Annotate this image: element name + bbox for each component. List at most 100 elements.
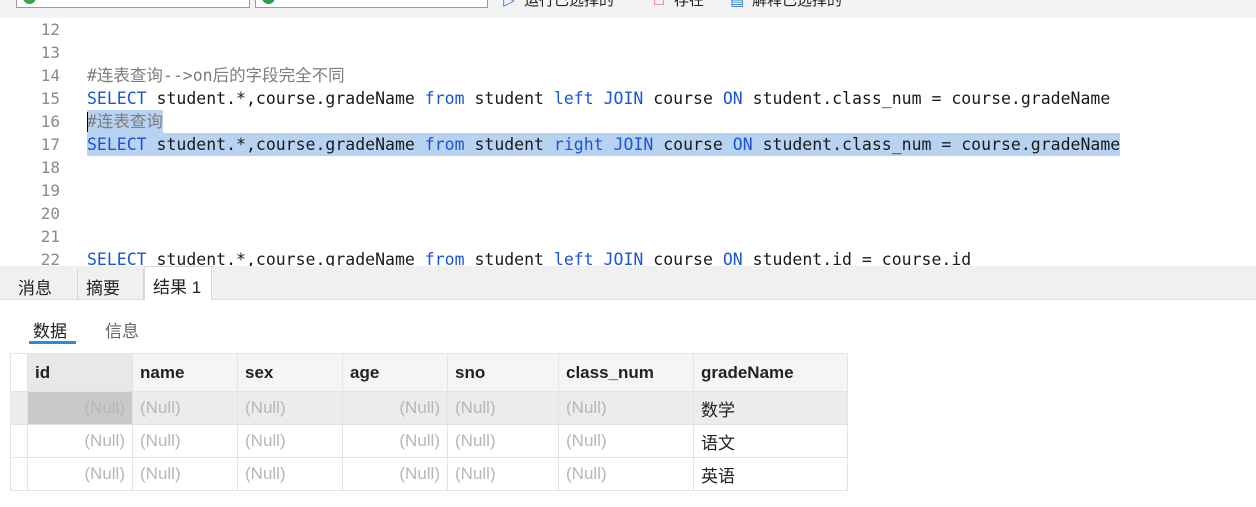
grid-cell[interactable]: (Null) — [342, 391, 448, 425]
table-row[interactable]: (Null) (Null) (Null) (Null) (Null) (Null… — [10, 424, 848, 458]
sql-keyword: from — [424, 250, 465, 266]
row-header[interactable] — [10, 457, 28, 491]
grid-cell[interactable]: (Null) — [237, 457, 343, 491]
column-header-id[interactable]: id — [27, 353, 133, 392]
editor-line: 19 — [0, 179, 1256, 202]
table-row[interactable]: (Null) (Null) (Null) (Null) (Null) (Null… — [10, 457, 848, 491]
subtab-data[interactable]: 数据 — [33, 317, 67, 342]
subtab-info[interactable]: 信息 — [105, 317, 139, 342]
run-selected-label: 运行已选择的 — [524, 0, 615, 9]
grid-cell[interactable]: (Null) — [558, 424, 694, 458]
line-number: 16 — [40, 112, 60, 131]
tab-messages[interactable]: 消息 — [10, 269, 78, 300]
line-number: 21 — [40, 227, 60, 246]
result-tab-bar: 消息 摘要 结果 1 — [0, 266, 1256, 300]
line-number: 22 — [40, 250, 60, 266]
grid-cell[interactable]: (Null) — [237, 424, 343, 458]
grid-cell[interactable]: (Null) — [237, 391, 343, 425]
grid-cell[interactable]: (Null) — [27, 424, 133, 458]
sql-keyword: left — [553, 89, 594, 108]
database-select[interactable] — [255, 0, 488, 8]
sql-keyword: JOIN — [603, 250, 644, 266]
editor-line: 21 — [0, 225, 1256, 248]
column-header-label: gradeName — [701, 362, 794, 382]
line-number: 18 — [40, 158, 60, 177]
stop-button[interactable]: □ 存在 — [652, 0, 704, 10]
editor-line: 15 SELECT student.*,course.gradeName fro… — [0, 87, 1256, 110]
line-number: 20 — [40, 204, 60, 223]
column-header-class-num[interactable]: class_num — [558, 353, 694, 392]
editor-line: 20 — [0, 202, 1256, 225]
stop-icon: □ — [654, 0, 664, 9]
comment-line-selected: #连表查询 — [87, 110, 163, 133]
column-header-sno[interactable]: sno — [447, 353, 559, 392]
grid-cell[interactable]: (Null) — [27, 391, 133, 425]
grid-cell[interactable]: (Null) — [27, 457, 133, 491]
column-header-label: sex — [245, 362, 274, 382]
result-grid: id name sex age sno class_num gradeName … — [10, 353, 848, 491]
column-header-label: id — [35, 362, 51, 382]
tab-summary-label: 摘要 — [86, 279, 120, 298]
editor-line: 12 — [0, 18, 1256, 41]
column-header-gradename[interactable]: gradeName — [693, 353, 848, 392]
sql-line: SELECT student.*,course.gradeName from s… — [87, 248, 971, 266]
grid-cell[interactable]: 语文 — [693, 424, 848, 458]
mysql-connection-icon — [23, 0, 36, 4]
grid-cell[interactable]: 英语 — [693, 457, 848, 491]
column-header-age[interactable]: age — [342, 353, 448, 392]
row-header[interactable] — [10, 391, 28, 425]
sql-keyword: SELECT — [87, 250, 147, 266]
line-number: 19 — [40, 181, 60, 200]
row-header[interactable] — [10, 424, 28, 458]
column-header-label: name — [140, 362, 185, 382]
grid-header-row: id name sex age sno class_num gradeName — [10, 353, 848, 392]
grid-cell[interactable]: (Null) — [342, 424, 448, 458]
sql-line-selected: SELECT student.*,course.gradeName from s… — [87, 133, 1121, 156]
grid-cell[interactable]: (Null) — [447, 457, 559, 491]
sql-keyword: JOIN — [603, 89, 644, 108]
editor-line: 17 SELECT student.*,course.gradeName fro… — [0, 133, 1256, 156]
column-header-label: age — [350, 362, 380, 382]
editor-line: 22 SELECT student.*,course.gradeName fro… — [0, 248, 1256, 266]
sql-keyword: JOIN — [613, 135, 654, 154]
grid-cell[interactable]: (Null) — [558, 391, 694, 425]
line-number: 17 — [40, 135, 60, 154]
explain-icon: ▤ — [730, 0, 745, 9]
subtab-data-label: 数据 — [33, 322, 67, 341]
tab-summary[interactable]: 摘要 — [78, 269, 144, 300]
grid-cell[interactable]: (Null) — [342, 457, 448, 491]
sql-keyword: left — [553, 250, 594, 266]
sql-line: SELECT student.*,course.gradeName from s… — [87, 89, 1111, 108]
column-header-name[interactable]: name — [132, 353, 238, 392]
table-row[interactable]: (Null) (Null) (Null) (Null) (Null) (Null… — [10, 391, 848, 425]
sql-keyword: SELECT — [87, 89, 147, 108]
editor-line: 18 — [0, 156, 1256, 179]
query-toolbar: ▷ 运行已选择的 □ 存在 ▤ 解释已选择的 — [0, 0, 1256, 18]
grid-cell[interactable]: (Null) — [132, 391, 238, 425]
grid-cell[interactable]: (Null) — [447, 391, 559, 425]
grid-cell[interactable]: (Null) — [447, 424, 559, 458]
sql-keyword: from — [424, 89, 465, 108]
sql-keyword: ON — [722, 89, 743, 108]
text-caret — [87, 112, 88, 132]
sql-editor[interactable]: 12 13 14 #连表查询-->on后的字段完全不同 15 SELECT st… — [0, 18, 1256, 266]
explain-selected-button[interactable]: ▤ 解释已选择的 — [730, 0, 842, 10]
column-header-sex[interactable]: sex — [237, 353, 343, 392]
tab-result-1[interactable]: 结果 1 — [144, 266, 212, 300]
grid-cell[interactable]: 数学 — [693, 391, 848, 425]
line-number: 14 — [40, 66, 60, 85]
grid-cell[interactable]: (Null) — [132, 424, 238, 458]
row-header-corner — [10, 353, 28, 392]
run-selected-button[interactable]: ▷ 运行已选择的 — [502, 0, 614, 10]
sql-keyword: SELECT — [87, 135, 147, 154]
database-icon — [262, 0, 275, 4]
comment-line: #连表查询-->on后的字段完全不同 — [87, 66, 345, 85]
editor-line: 13 — [0, 41, 1256, 64]
grid-cell[interactable]: (Null) — [132, 457, 238, 491]
column-header-label: class_num — [566, 362, 654, 382]
grid-cell[interactable]: (Null) — [558, 457, 694, 491]
play-icon: ▷ — [503, 0, 515, 9]
line-number: 12 — [40, 20, 60, 39]
result-subtab-bar: 数据 信息 — [0, 300, 1256, 352]
connection-select[interactable] — [16, 0, 250, 8]
